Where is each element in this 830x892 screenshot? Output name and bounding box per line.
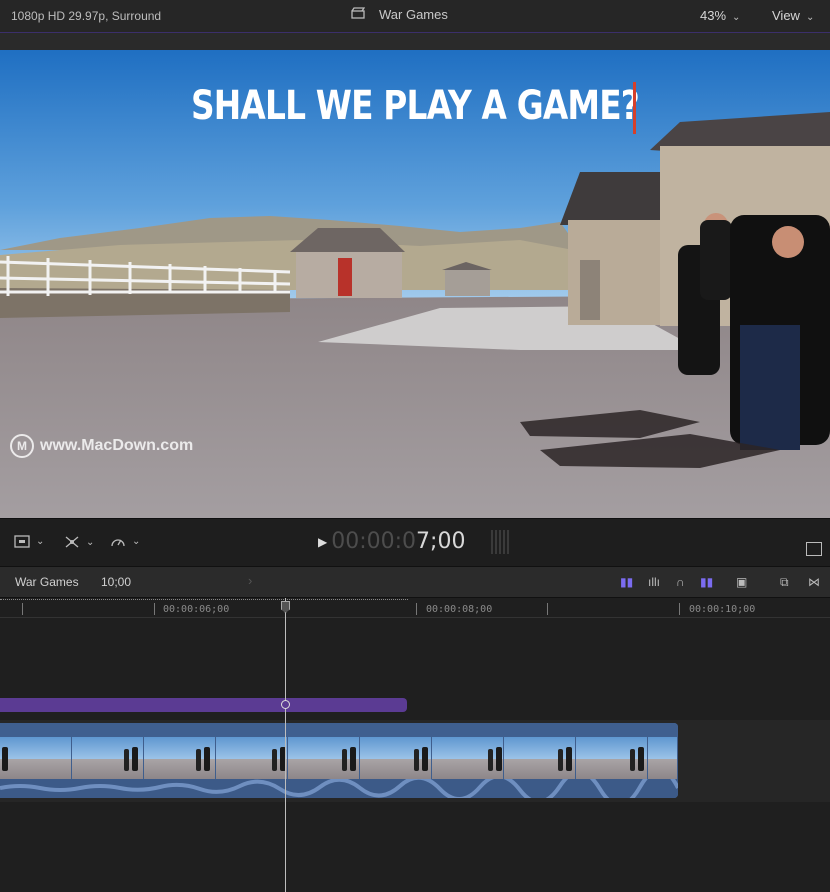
clip-appearance-icon xyxy=(14,535,30,548)
timeline-ruler[interactable]: 00:00:06;00 00:00:08;00 00:00:10;00 xyxy=(0,598,830,618)
final-cut-window: 1080p HD 29.97p, Surround War Games 43% ⌄… xyxy=(0,0,830,892)
select-tool-icon xyxy=(65,536,79,548)
tools-menu[interactable]: ⌄ xyxy=(64,535,94,549)
playhead-skim-marker xyxy=(281,700,290,709)
ruler-label: 00:00:10;00 xyxy=(689,604,756,615)
zoom-menu[interactable]: 43% ⌄ xyxy=(700,8,740,23)
viewer-header: 1080p HD 29.97p, Surround War Games 43% ⌄… xyxy=(0,0,830,32)
ruler-tick xyxy=(679,603,680,615)
headphones-icon[interactable]: ∩ xyxy=(676,575,685,589)
solo-icon[interactable]: ▮▮ xyxy=(700,575,713,589)
timecode-display[interactable]: ▶ 00:00:0 7;00 xyxy=(318,529,512,554)
ruler-tick xyxy=(154,603,155,615)
clip-thumbnail xyxy=(576,737,648,779)
clip-thumbnail xyxy=(504,737,576,779)
chevron-down-icon: ⌄ xyxy=(86,536,95,548)
format-label: 1080p HD 29.97p, Surround xyxy=(11,9,162,23)
clip-filmstrip xyxy=(0,737,678,779)
chevron-right-icon[interactable]: › xyxy=(248,573,252,588)
view-menu-label: View xyxy=(772,8,800,23)
fullscreen-icon[interactable] xyxy=(806,542,822,556)
video-clip[interactable] xyxy=(0,723,678,798)
audio-meter-icon[interactable] xyxy=(491,529,512,554)
watermark: M www.MacDown.com xyxy=(10,434,193,458)
timeline-area[interactable] xyxy=(0,618,830,892)
timeline-project-name: War Games xyxy=(15,575,79,589)
chevron-down-icon: ⌄ xyxy=(132,536,141,547)
ruler-tick xyxy=(22,603,23,615)
play-icon[interactable]: ▶ xyxy=(318,535,327,549)
filmstrip-icon[interactable]: ▣ xyxy=(736,575,747,589)
chevron-down-icon: ⌄ xyxy=(805,12,815,23)
clip-appearance-menu[interactable]: ⌄ xyxy=(14,535,44,548)
snapping-icon[interactable]: ▮▮ xyxy=(620,575,633,589)
retime-menu[interactable]: ⌄ xyxy=(110,535,140,548)
title-clip[interactable] xyxy=(0,698,407,712)
macdown-logo-icon: M xyxy=(10,434,34,458)
clip-header xyxy=(0,723,678,737)
speedometer-icon xyxy=(111,539,125,547)
clip-thumbnail xyxy=(72,737,144,779)
clip-thumbnail xyxy=(648,737,678,779)
clip-thumbnail xyxy=(288,737,360,779)
timecode-current: 7;00 xyxy=(416,529,466,554)
clip-layout-icon[interactable]: ⧉ xyxy=(780,575,789,590)
timeline-toolbar: ⌄ ⌄ ⌄ ▶ 00:00:0 7;00 xyxy=(0,518,830,566)
audio-waveform xyxy=(0,779,678,798)
viewer-title-group: War Games xyxy=(351,7,448,22)
clip-thumbnail xyxy=(432,737,504,779)
ruler-tick xyxy=(547,603,548,615)
clip-thumbnail xyxy=(0,737,72,779)
ruler-label: 00:00:08;00 xyxy=(426,604,493,615)
timeline-duration: 10;00 xyxy=(101,575,132,589)
project-title: War Games xyxy=(379,7,448,22)
video-viewer[interactable]: SHALL WE PLAY A GAME? M www.MacDown.com xyxy=(0,50,830,518)
playhead[interactable] xyxy=(285,598,286,892)
range-indicator xyxy=(0,599,408,601)
ruler-tick xyxy=(416,603,417,615)
audio-skimming-icon[interactable]: ıllı xyxy=(648,575,660,589)
chevron-down-icon: ⌄ xyxy=(732,12,741,23)
clip-thumbnail xyxy=(360,737,432,779)
transitions-icon[interactable]: ⋈ xyxy=(808,575,820,589)
clapper-icon xyxy=(351,7,366,22)
clip-thumbnail xyxy=(144,737,216,779)
clip-thumbnail xyxy=(216,737,288,779)
chevron-down-icon: ⌄ xyxy=(36,536,45,547)
view-menu[interactable]: View ⌄ xyxy=(772,8,814,23)
timeline-header: War Games 10;00 › ▮▮ ıllı ∩ ▮▮ ▣ ⧉ ⋈ xyxy=(0,566,830,598)
ruler-label: 00:00:06;00 xyxy=(163,604,230,615)
zoom-value: 43% xyxy=(700,8,727,23)
watermark-text: www.MacDown.com xyxy=(40,437,194,454)
title-overlay[interactable]: SHALL WE PLAY A GAME? xyxy=(75,83,756,129)
viewer-separator xyxy=(0,32,830,50)
timecode-dim: 00:00:0 xyxy=(331,529,417,554)
text-cursor xyxy=(633,82,636,134)
